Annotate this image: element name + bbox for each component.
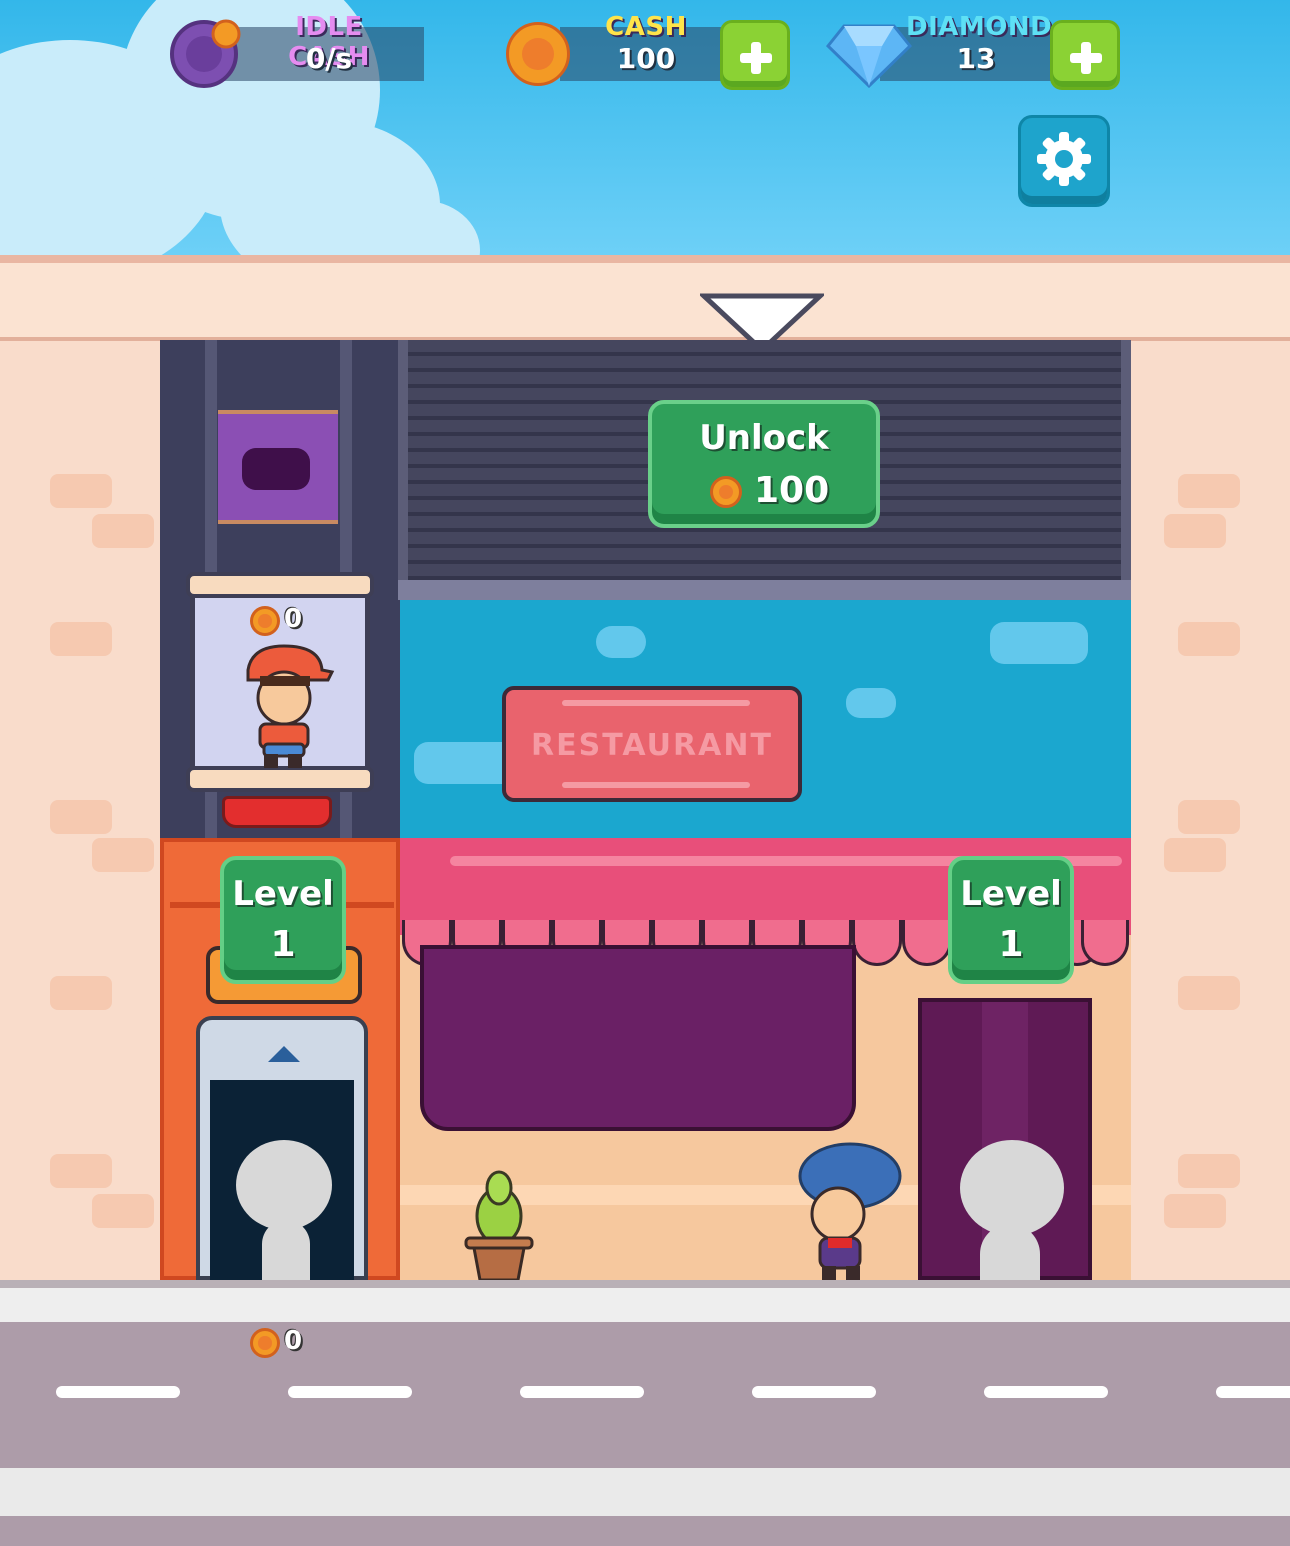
- wall-highlight: [990, 622, 1088, 664]
- level-value: 1: [270, 924, 296, 965]
- lane-marking: [288, 1386, 412, 1398]
- restaurant-level-button[interactable]: Level 1: [948, 856, 1074, 984]
- wall-highlight: [596, 626, 646, 658]
- brick: [50, 976, 112, 1010]
- potted-plant: [464, 1170, 534, 1282]
- waiter-character[interactable]: [798, 1140, 904, 1282]
- arrow-up-icon: [268, 1046, 300, 1062]
- shutter-sill: [398, 580, 1131, 600]
- add-diamond-button[interactable]: [1050, 20, 1120, 90]
- wall-highlight: [846, 688, 896, 718]
- coin-icon: [250, 606, 280, 636]
- brick: [1164, 1194, 1226, 1228]
- brick: [50, 800, 112, 834]
- level-label: Level: [960, 874, 1062, 914]
- road: [0, 1516, 1290, 1546]
- coin-icon: [710, 476, 742, 508]
- counterweight: [218, 410, 338, 524]
- lane-marking: [56, 1386, 180, 1398]
- unlock-price: 100: [754, 470, 830, 511]
- counterweight-slot: [242, 448, 310, 490]
- manager-silhouette: [236, 1140, 332, 1230]
- brick: [1178, 622, 1240, 656]
- clock-coin-icon: [170, 19, 241, 88]
- restaurant-window: [420, 945, 856, 1131]
- curb: [0, 1468, 1290, 1516]
- level-label: Level: [232, 874, 334, 914]
- street-coin-count: 0: [284, 1326, 303, 1356]
- lane-marking: [520, 1386, 644, 1398]
- elevator-operator-character[interactable]: [232, 640, 336, 772]
- elevator-pulley: [222, 796, 332, 828]
- diamond-value: 13: [956, 42, 996, 75]
- awning-scallop: [1081, 920, 1129, 966]
- sidewalk: [0, 1280, 1290, 1322]
- lane-marking: [984, 1386, 1108, 1398]
- brick: [1178, 976, 1240, 1010]
- cash-label: CASH: [605, 12, 687, 42]
- settings-button[interactable]: [1018, 115, 1110, 207]
- lane-marking: [752, 1386, 876, 1398]
- coin-icon: [250, 1328, 280, 1358]
- restaurant-sign: RESTAURANT: [502, 686, 802, 802]
- gear-icon: [1037, 132, 1091, 186]
- idle-cash-value: 0/s: [305, 42, 353, 75]
- brick: [1164, 838, 1226, 872]
- brick: [50, 1154, 112, 1188]
- manager-silhouette: [980, 1224, 1040, 1280]
- brick: [92, 514, 154, 548]
- level-value: 1: [998, 924, 1024, 965]
- add-cash-button[interactable]: [720, 20, 790, 90]
- lane-marking: [1216, 1386, 1290, 1398]
- manager-silhouette: [960, 1140, 1064, 1236]
- elevator-car-count: 0: [284, 604, 303, 634]
- brick: [50, 474, 112, 508]
- elevator-car-top: [186, 572, 374, 598]
- brick: [1178, 1154, 1240, 1188]
- brick: [92, 838, 154, 872]
- brick: [92, 1194, 154, 1228]
- brick: [1178, 474, 1240, 508]
- sign-stripe: [562, 782, 750, 788]
- building-cornice: [0, 255, 1290, 341]
- elevator-level-button[interactable]: Level 1: [220, 856, 346, 984]
- diamond-icon: [826, 24, 912, 88]
- brick: [1178, 800, 1240, 834]
- unlock-label: Unlock: [699, 418, 829, 458]
- cash-coin-icon: [506, 22, 570, 86]
- cash-value: 100: [616, 42, 676, 75]
- brick: [50, 622, 112, 656]
- brick: [1164, 514, 1226, 548]
- sign-stripe: [562, 700, 750, 706]
- unlock-floor-button[interactable]: Unlock 100: [648, 400, 880, 528]
- restaurant-sign-text: RESTAURANT: [531, 728, 773, 763]
- diamond-label: DIAMOND: [906, 12, 1053, 42]
- manager-silhouette: [262, 1220, 310, 1280]
